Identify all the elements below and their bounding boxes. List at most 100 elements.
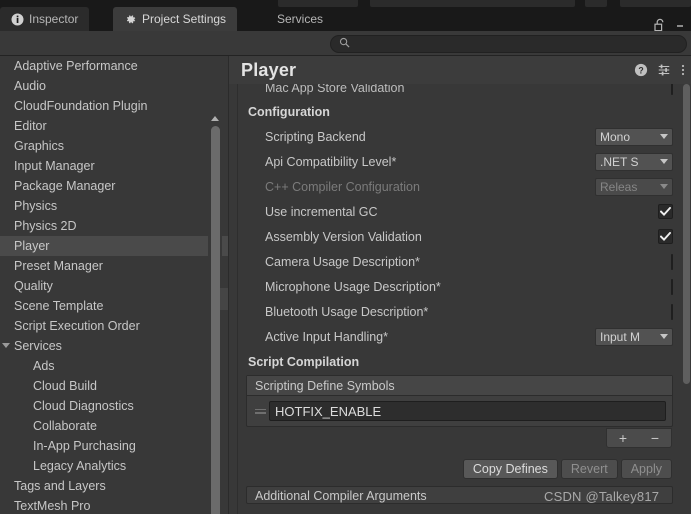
tab-project-settings[interactable]: Project Settings [113,7,238,31]
script-compilation-buttons: Copy Defines Revert Apply [238,456,672,482]
row-scripting-backend: Scripting Backend Mono [238,124,681,149]
drag-handle-icon[interactable] [253,408,269,414]
sidebar-item-label: Physics [14,199,58,213]
splitter-handle[interactable] [220,288,228,310]
tab-project-settings-label: Project Settings [142,12,227,26]
player-settings-panel: Player ? Mac App Store Validation Config… [229,56,691,514]
chevron-down-icon [660,334,668,339]
dropdown-value: .NET S [600,154,639,169]
chevron-down-icon [660,134,668,139]
camera-usage-description-input[interactable] [671,253,673,270]
add-define-button[interactable]: + [607,429,639,447]
search-box[interactable] [330,35,687,53]
sidebar-item-label: Legacy Analytics [33,459,127,473]
sidebar-item-physics[interactable]: Physics [0,196,228,216]
sidebar-item-collaborate[interactable]: Collaborate [0,416,228,436]
sidebar-item-player[interactable]: Player [0,236,228,256]
sidebar-item-label: Adaptive Performance [14,59,138,73]
use-incremental-gc-checkbox[interactable] [658,204,673,219]
chevron-down-icon [660,184,668,189]
tab-inspector[interactable]: Inspector [0,7,90,31]
bluetooth-usage-description-input[interactable] [671,303,673,320]
sidebar-item-input-manager[interactable]: Input Manager [0,156,228,176]
scripting-backend-dropdown[interactable]: Mono [595,127,673,146]
define-symbol-input[interactable] [269,401,666,421]
section-header-configuration: Configuration [238,100,681,124]
sidebar-item-graphics[interactable]: Graphics [0,136,228,156]
sidebar-item-label: Preset Manager [14,259,103,273]
dropdown-value: Mono [600,129,631,144]
panel-scrollbar-thumb[interactable] [683,84,690,384]
sidebar-item-services[interactable]: Services [0,336,228,356]
sidebar-item-label: Physics 2D [14,219,77,233]
sidebar-item-tags-and-layers[interactable]: Tags and Layers [0,476,228,496]
tab-bar: Inspector Project Settings Services [0,7,691,31]
sidebar-item-editor[interactable]: Editor [0,116,228,136]
tab-services[interactable]: Services [266,7,334,31]
sidebar-item-in-app-purchasing[interactable]: In-App Purchasing [0,436,228,456]
row-bluetooth-usage-description: Bluetooth Usage Description* [238,299,681,324]
help-icon[interactable]: ? [634,63,648,77]
sidebar-item-script-execution-order[interactable]: Script Execution Order [0,316,228,336]
sidebar-item-ads[interactable]: Ads [0,356,228,376]
dropdown-value: Input M [600,329,641,344]
dropdown-value: Releas [600,179,638,194]
sidebar-item-cloud-build[interactable]: Cloud Build [0,376,228,396]
sidebar-item-quality[interactable]: Quality [0,276,228,296]
sidebar-item-label: Script Execution Order [14,319,140,333]
scripting-define-symbols-list: Scripting Define Symbols [246,375,673,427]
checkbox-box [671,84,673,95]
active-input-handling-dropdown[interactable]: Input M [595,327,673,346]
row-label: Mac App Store Validation [265,84,405,95]
search-input[interactable] [355,38,678,50]
panel-menu-button[interactable] [680,63,686,77]
sidebar-item-legacy-analytics[interactable]: Legacy Analytics [0,456,228,476]
row-use-incremental-gc: Use incremental GC [238,199,681,224]
define-symbol-rows [247,396,672,426]
sidebar-item-cloud-diagnostics[interactable]: Cloud Diagnostics [0,396,228,416]
list-add-remove-bar: + − [238,428,672,450]
expand-arrow-icon[interactable] [2,343,10,348]
additional-compiler-arguments-section: Additional Compiler Arguments [246,486,673,504]
top-toolbar-strip [0,0,691,7]
gear-icon [124,13,137,26]
sidebar-item-scene-template[interactable]: Scene Template [0,296,228,316]
search-bar-row [0,31,691,56]
assembly-version-validation-checkbox[interactable] [658,229,673,244]
mac-app-store-validation-checkbox[interactable] [671,84,673,95]
preset-settings-icon[interactable] [657,63,671,77]
sidebar-item-label: In-App Purchasing [33,439,136,453]
settings-content: Mac App Store Validation Configuration S… [237,84,681,514]
sidebar-item-label: Ads [33,359,55,373]
panel-scrollbar[interactable] [681,84,691,514]
sidebar-item-label: Package Manager [14,179,116,193]
copy-defines-button[interactable]: Copy Defines [462,459,558,479]
sidebar-item-audio[interactable]: Audio [0,76,228,96]
api-compatibility-level-dropdown[interactable]: .NET S [595,152,673,171]
microphone-usage-description-input[interactable] [671,278,673,295]
sidebar-item-adaptive-performance[interactable]: Adaptive Performance [0,56,228,76]
tab-services-label: Services [277,12,324,26]
sidebar-item-label: Cloud Build [33,379,97,393]
toolbar-chip [620,0,691,7]
row-label: Scripting Backend [265,129,366,144]
kebab-menu-icon [681,25,683,27]
sidebar-item-physics-2d[interactable]: Physics 2D [0,216,228,236]
chevron-down-icon [660,159,668,164]
row-label: Camera Usage Description* [265,254,420,269]
row-label: Microphone Usage Description* [265,279,441,294]
remove-define-button[interactable]: − [639,429,671,447]
sidebar-item-textmesh-pro[interactable]: TextMesh Pro [0,496,228,514]
sidebar-item-preset-manager[interactable]: Preset Manager [0,256,228,276]
additional-compiler-arguments-label: Additional Compiler Arguments [255,489,427,503]
sidebar-scrollbar-thumb[interactable] [210,126,220,514]
section-title-script-compilation: Script Compilation [248,355,360,369]
row-label: Bluetooth Usage Description* [265,304,429,319]
c-compiler-configuration-dropdown: Releas [595,177,673,196]
sidebar-item-package-manager[interactable]: Package Manager [0,176,228,196]
sidebar-item-label: Collaborate [33,419,97,433]
revert-button: Revert [560,459,618,479]
sidebar-scrollbar[interactable] [208,114,222,514]
sidebar-item-cloudfoundation-plugin[interactable]: CloudFoundation Plugin [0,96,228,116]
scroll-up-arrow-icon[interactable] [211,116,219,121]
